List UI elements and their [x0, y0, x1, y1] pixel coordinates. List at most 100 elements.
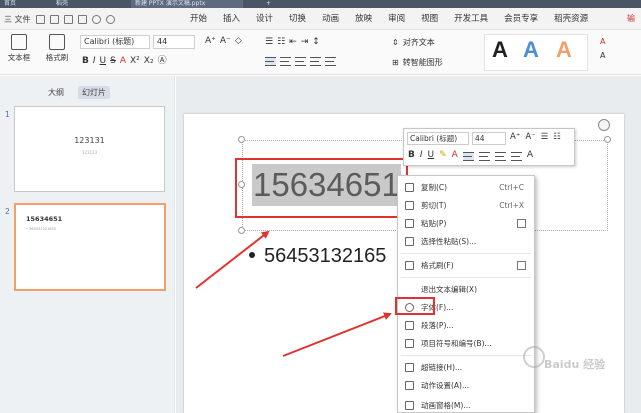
- format-painter-side-icon[interactable]: [517, 261, 526, 270]
- numbered-list-icon[interactable]: ☷: [277, 37, 285, 48]
- mini-align-right-icon[interactable]: [494, 152, 506, 161]
- line-spacing-icon[interactable]: ↕: [312, 37, 320, 48]
- list-tools: ☰ ☷ ⇤ ⇥ ↕: [265, 37, 320, 48]
- mini-font-color-icon[interactable]: A: [452, 150, 458, 161]
- resize-handle[interactable]: [238, 227, 245, 234]
- mini-font-size-select[interactable]: 44: [472, 132, 506, 145]
- mini-highlight-icon[interactable]: ✎: [439, 150, 447, 161]
- tab-transition[interactable]: 切换: [281, 12, 314, 26]
- text-style-dark[interactable]: A: [492, 38, 508, 62]
- textbox-button[interactable]: 文本框: [0, 33, 38, 63]
- new-tab-button[interactable]: +: [262, 0, 275, 8]
- menu-item-animation-pane[interactable]: 动画窗格(M)...: [398, 397, 534, 412]
- menu-item-label: 格式刷(F): [421, 261, 454, 270]
- text-style-blue[interactable]: A: [523, 38, 539, 62]
- align-center-icon[interactable]: [280, 57, 291, 66]
- bullet-list-icon[interactable]: ☰: [265, 37, 273, 48]
- tab-docer-resources[interactable]: 稻壳资源: [546, 12, 596, 26]
- tab-start[interactable]: 开始: [182, 12, 215, 26]
- slide-bullet-text[interactable]: 56453132165: [249, 244, 386, 268]
- indent-decrease-icon[interactable]: ⇤: [289, 37, 297, 48]
- mini-italic-icon[interactable]: I: [420, 150, 423, 161]
- save-icon[interactable]: [49, 14, 59, 24]
- mini-underline-icon[interactable]: U: [428, 150, 435, 161]
- menu-item-hyperlink[interactable]: 超链接(H)...: [398, 359, 534, 376]
- tab-slides[interactable]: 幻灯片: [78, 86, 110, 99]
- mini-text-fill-icon[interactable]: A: [527, 150, 533, 161]
- copy-icon: [405, 183, 414, 192]
- new-file-icon[interactable]: [35, 14, 45, 24]
- tab-review[interactable]: 审阅: [380, 12, 413, 26]
- align-text-button[interactable]: ⇕ 对齐文本: [392, 37, 435, 48]
- resize-handle[interactable]: [604, 136, 611, 143]
- tab-view[interactable]: 视图: [413, 12, 446, 26]
- tab-developer[interactable]: 开发工具: [446, 12, 496, 26]
- bullet-text[interactable]: 56453132165: [264, 245, 386, 267]
- menu-item-copy[interactable]: 复制(C) Ctrl+C: [398, 179, 534, 196]
- font-size-select[interactable]: 44: [153, 35, 195, 49]
- convert-smartart-button[interactable]: ⊞ 转智能图形: [392, 57, 443, 68]
- mini-increase-font-icon[interactable]: A⁺: [510, 132, 520, 142]
- redo-icon[interactable]: [105, 14, 115, 24]
- align-right-icon[interactable]: [295, 57, 306, 66]
- distribute-icon[interactable]: [325, 57, 336, 66]
- increase-font-icon[interactable]: A⁺: [205, 36, 216, 47]
- superscript-icon[interactable]: X²: [130, 56, 140, 67]
- text-style-orange[interactable]: A: [556, 38, 572, 62]
- menu-item-paste-special[interactable]: 选择性粘贴(S)...: [398, 233, 534, 250]
- menu-item-paragraph[interactable]: 段落(P)...: [398, 317, 534, 334]
- watermark-paw-icon: [523, 346, 545, 368]
- decrease-font-icon[interactable]: A⁻: [220, 36, 231, 47]
- indent-increase-icon[interactable]: ⇥: [301, 37, 309, 48]
- char-spacing-icon[interactable]: Ⓐ: [158, 56, 167, 67]
- menu-item-action-settings[interactable]: 动作设置(A)...: [398, 377, 534, 394]
- rotate-handle[interactable]: [598, 119, 610, 131]
- mini-decrease-font-icon[interactable]: A⁻: [525, 132, 535, 142]
- paste-options-icon[interactable]: [517, 219, 526, 228]
- tab-design[interactable]: 设计: [248, 12, 281, 26]
- bold-icon[interactable]: B: [82, 56, 89, 67]
- tab-member[interactable]: 会员专享: [496, 12, 546, 26]
- print-preview-icon[interactable]: [77, 14, 87, 24]
- slide-thumbnail-2[interactable]: 15634651 • 564531321653: [14, 203, 166, 291]
- format-painter-button[interactable]: 格式刷: [38, 33, 76, 63]
- font-name-select[interactable]: Calibri (标题): [80, 35, 150, 49]
- menu-item-label: 超链接(H)...: [421, 363, 463, 372]
- ribbon: 文本框 格式刷 Calibri (标题) 44 A⁺ A⁻ ◇ B I U S …: [0, 30, 641, 75]
- italic-icon[interactable]: I: [93, 56, 96, 67]
- align-left-icon[interactable]: [265, 57, 276, 66]
- undo-icon[interactable]: [91, 14, 101, 24]
- mini-align-left-icon[interactable]: [462, 152, 474, 161]
- mini-justify-icon[interactable]: [510, 152, 522, 161]
- menu-item-paste[interactable]: 粘贴(P): [398, 215, 534, 232]
- font-color-icon[interactable]: A: [120, 56, 126, 67]
- menubar-right-label[interactable]: 输: [627, 13, 635, 24]
- mini-font-name-select[interactable]: Calibri (标题): [407, 132, 469, 145]
- file-menu[interactable]: 三 文件: [4, 14, 31, 25]
- tab-document[interactable]: 新建 PPTX 演示文稿.pptx: [131, 0, 243, 8]
- mini-align-center-icon[interactable]: [478, 152, 490, 161]
- mini-paragraph-spacing-icon[interactable]: ☷: [553, 132, 561, 142]
- clear-format-icon[interactable]: ◇: [235, 36, 242, 47]
- menu-item-bullets-numbering[interactable]: 项目符号和编号(B)...: [398, 335, 534, 352]
- tab-home[interactable]: 首页: [0, 0, 22, 8]
- tab-slideshow[interactable]: 放映: [347, 12, 380, 26]
- justify-icon[interactable]: [310, 57, 321, 66]
- tab-insert[interactable]: 插入: [215, 12, 248, 26]
- text-outline-icon[interactable]: A: [600, 50, 605, 61]
- underline-icon[interactable]: U: [100, 56, 107, 67]
- text-fill-icon[interactable]: A: [600, 36, 605, 47]
- tab-animation[interactable]: 动画: [314, 12, 347, 26]
- subscript-icon[interactable]: X₂: [144, 56, 154, 67]
- print-icon[interactable]: [63, 14, 73, 24]
- menu-item-cut[interactable]: 剪切(T) Ctrl+X: [398, 197, 534, 214]
- resize-handle[interactable]: [238, 136, 245, 143]
- menu-item-exit-text-edit[interactable]: 退出文本编辑(X): [398, 281, 534, 298]
- mini-line-spacing-icon[interactable]: ☰: [541, 132, 549, 142]
- tab-outline[interactable]: 大纲: [44, 86, 68, 99]
- strikethrough-icon[interactable]: S: [110, 56, 116, 67]
- tab-docer[interactable]: 稻壳: [52, 0, 72, 8]
- mini-bold-icon[interactable]: B: [408, 150, 415, 161]
- menu-item-format-painter[interactable]: 格式刷(F): [398, 257, 534, 274]
- slide-thumbnail-1[interactable]: 123131 123123: [14, 106, 165, 192]
